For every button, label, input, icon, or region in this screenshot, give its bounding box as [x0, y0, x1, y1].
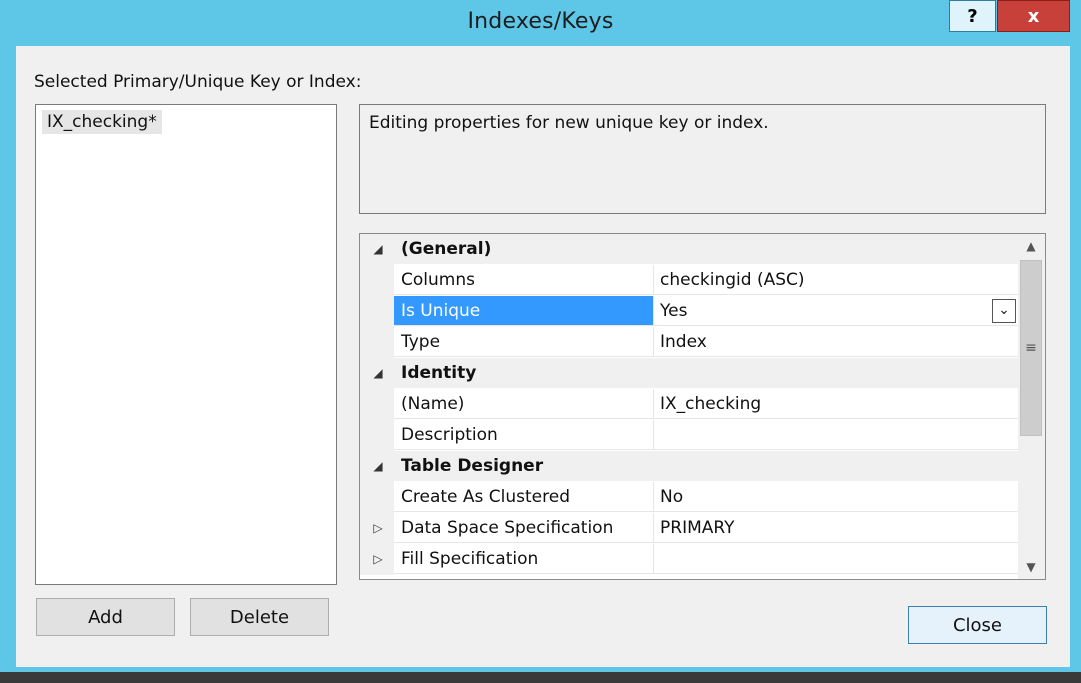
property-value[interactable]	[654, 544, 1018, 574]
property-row[interactable]: Type Index	[360, 327, 1018, 358]
property-value[interactable]: IX_checking	[654, 389, 1018, 419]
property-row[interactable]: Is Unique Yes ⌄	[360, 296, 1018, 327]
property-name[interactable]: Data Space Specification	[394, 513, 654, 543]
collapse-triangle-icon[interactable]: ◢	[370, 358, 386, 389]
row-gutter	[360, 389, 394, 420]
window-close-button[interactable]: x	[997, 0, 1070, 32]
category-label: Table Designer	[394, 451, 1018, 481]
collapse-triangle-icon[interactable]: ◢	[370, 234, 386, 265]
property-value[interactable]	[654, 420, 1018, 450]
help-button[interactable]: ?	[949, 0, 996, 32]
property-name[interactable]: Fill Specification	[394, 544, 654, 574]
category-row[interactable]: ◢ Identity	[360, 358, 1018, 389]
expand-triangle-icon[interactable]: ▷	[370, 544, 386, 575]
property-value[interactable]: Yes	[654, 296, 1018, 326]
property-row[interactable]: ▷ Fill Specification	[360, 544, 1018, 575]
category-label: (General)	[394, 234, 1018, 264]
row-gutter	[360, 420, 394, 451]
property-name[interactable]: Type	[394, 327, 654, 357]
dialog-client-area: Selected Primary/Unique Key or Index: IX…	[16, 46, 1070, 667]
scroll-down-arrow-icon[interactable]: ▼	[1019, 556, 1043, 578]
row-gutter	[360, 296, 394, 327]
property-value[interactable]: checkingid (ASC)	[654, 265, 1018, 295]
chevron-down-icon[interactable]: ⌄	[992, 299, 1016, 323]
property-name[interactable]: Is Unique	[394, 296, 654, 326]
property-value[interactable]: Index	[654, 327, 1018, 357]
property-row[interactable]: Create As Clustered No	[360, 482, 1018, 513]
property-row[interactable]: Description	[360, 420, 1018, 451]
row-gutter	[360, 482, 394, 513]
vertical-scrollbar[interactable]: ▲ ≡ ▼	[1018, 234, 1045, 579]
index-list[interactable]: IX_checking*	[35, 104, 337, 585]
property-row[interactable]: (Name) IX_checking	[360, 389, 1018, 420]
indexes-keys-dialog: Indexes/Keys ? x Selected Primary/Unique…	[0, 0, 1081, 672]
property-value[interactable]: No	[654, 482, 1018, 512]
close-button[interactable]: Close	[908, 606, 1047, 644]
expand-triangle-icon[interactable]: ▷	[370, 513, 386, 544]
property-name[interactable]: (Name)	[394, 389, 654, 419]
scroll-up-arrow-icon[interactable]: ▲	[1019, 235, 1043, 257]
property-name[interactable]: Columns	[394, 265, 654, 295]
title-bar[interactable]: Indexes/Keys ? x	[0, 0, 1081, 46]
category-row[interactable]: ◢ (General)	[360, 234, 1018, 265]
property-value[interactable]: PRIMARY	[654, 513, 1018, 543]
property-grid[interactable]: ◢ (General) Columns checkingid (ASC) Is Uniq…	[359, 233, 1046, 580]
delete-button[interactable]: Delete	[190, 598, 329, 636]
property-name[interactable]: Create As Clustered	[394, 482, 654, 512]
scroll-thumb[interactable]: ≡	[1020, 260, 1042, 436]
property-name[interactable]: Description	[394, 420, 654, 450]
category-row[interactable]: ◢ Table Designer	[360, 451, 1018, 482]
category-label: Identity	[394, 358, 1018, 388]
add-button[interactable]: Add	[36, 598, 175, 636]
row-gutter	[360, 327, 394, 358]
row-gutter	[360, 265, 394, 296]
property-row[interactable]: Columns checkingid (ASC)	[360, 265, 1018, 296]
description-text: Editing properties for new unique key or…	[369, 113, 769, 133]
list-item[interactable]: IX_checking*	[42, 110, 162, 134]
description-box: Editing properties for new unique key or…	[359, 104, 1046, 214]
collapse-triangle-icon[interactable]: ◢	[370, 451, 386, 482]
selected-key-label: Selected Primary/Unique Key or Index:	[34, 72, 362, 92]
window-title: Indexes/Keys	[467, 9, 614, 34]
property-row[interactable]: ▷ Data Space Specification PRIMARY	[360, 513, 1018, 544]
